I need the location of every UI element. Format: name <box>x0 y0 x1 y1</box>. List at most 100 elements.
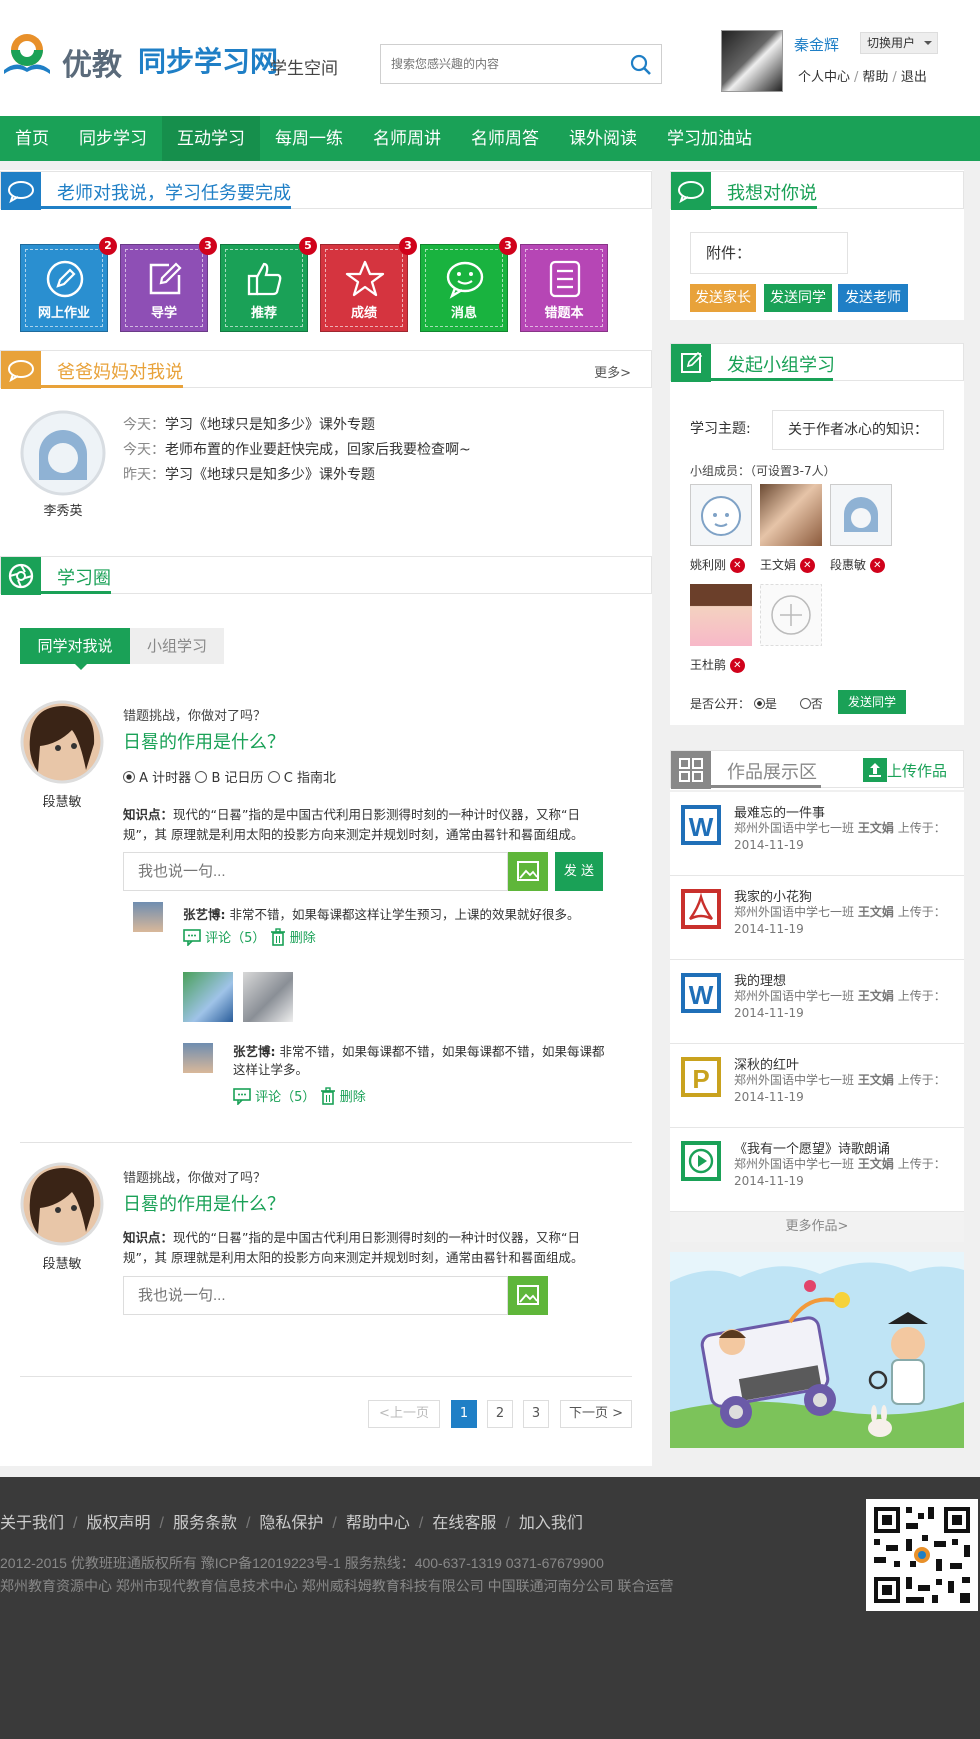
post-question[interactable]: 日晷的作用是什么？ <box>123 1190 285 1216</box>
parent-message[interactable]: 昨天：学习《地球只是知多少》课外专题 <box>123 463 471 488</box>
footer-link-help[interactable]: 帮助中心 <box>346 1515 410 1532</box>
commenter-avatar[interactable] <box>183 1043 213 1073</box>
user-avatar[interactable] <box>721 30 783 92</box>
say-section-title: 我想对你说 <box>727 183 817 203</box>
remove-icon[interactable]: ✕ <box>729 658 745 673</box>
comment-photo[interactable] <box>243 972 293 1022</box>
radio-no[interactable]: 否 <box>799 697 823 711</box>
help-link[interactable]: 帮助 <box>862 70 888 85</box>
comment-input[interactable] <box>124 853 494 890</box>
work-item[interactable]: P 深秋的红叶 郑州外国语中学七一班 王文娟 上传于： 2014-11-19 <box>670 1044 964 1128</box>
logo-icon <box>4 34 50 74</box>
footer-copyright: 2012-2015 优教班班通版权所有 豫ICP备12019223号-1 服务热… <box>0 1555 604 1571</box>
user-name-link[interactable]: 秦金辉 <box>794 34 839 55</box>
image-upload-button[interactable] <box>508 1276 548 1315</box>
tile-online-homework[interactable]: 网上作业 2 <box>20 237 117 332</box>
work-item[interactable]: 《我有一个愿望》诗歌朗诵 郑州外国语中学七一班 王文娟 上传于： 2014-11-… <box>670 1128 964 1212</box>
group-send-button[interactable]: 发送同学 <box>838 690 906 714</box>
commenter-avatar[interactable] <box>133 902 163 932</box>
next-page-button[interactable]: 下一页 > <box>560 1400 632 1428</box>
radio-option-a[interactable]: A 计时器 <box>123 771 191 786</box>
add-member-icon[interactable] <box>760 584 822 646</box>
parent-message[interactable]: 今天：学习《地球只是知多少》课外专题 <box>123 413 471 438</box>
work-item[interactable]: W 最难忘的一件事 郑州外国语中学七一班 王文娟 上传于： 2014-11-19 <box>670 792 964 876</box>
nav-home[interactable]: 首页 <box>0 116 64 161</box>
nav-teacher-lecture[interactable]: 名师周讲 <box>358 116 456 161</box>
tab-classmates[interactable]: 同学对我说 <box>20 628 130 664</box>
page-3-button[interactable]: 3 <box>523 1400 549 1428</box>
upload-work-button[interactable]: 上传作品 <box>863 758 947 782</box>
radio-yes[interactable]: 是 <box>753 697 777 711</box>
tab-group-study[interactable]: 小组学习 <box>130 628 224 664</box>
search-input[interactable] <box>381 45 621 83</box>
page-2-button[interactable]: 2 <box>487 1400 513 1428</box>
tile-guided-learning[interactable]: 导学 3 <box>120 237 217 332</box>
user-links: 个人中心 / 帮助 / 退出 <box>798 70 927 85</box>
work-item[interactable]: 我家的小花狗 郑州外国语中学七一班 王文娟 上传于： 2014-11-19 <box>670 876 964 960</box>
remove-icon[interactable]: ✕ <box>729 558 745 573</box>
nav-learning-station[interactable]: 学习加油站 <box>652 116 767 161</box>
search-box <box>380 44 662 84</box>
delete-link[interactable]: 删除 <box>270 928 316 946</box>
tile-mistake-book[interactable]: 错题本 <box>520 244 608 332</box>
radio-option-b[interactable]: B 记日历 <box>195 771 264 786</box>
footer-link-copyright[interactable]: 版权声明 <box>86 1515 150 1532</box>
search-icon[interactable] <box>629 53 653 77</box>
attachment-field[interactable]: 附件： <box>690 232 848 274</box>
page-1-button[interactable]: 1 <box>451 1400 477 1428</box>
footer-link-privacy[interactable]: 隐私保护 <box>259 1515 323 1532</box>
send-classmate-button[interactable]: 发送同学 <box>764 284 832 312</box>
post-question[interactable]: 日晷的作用是什么？ <box>123 728 285 754</box>
logout-link[interactable]: 退出 <box>901 70 927 85</box>
footer-link-terms[interactable]: 服务条款 <box>173 1515 237 1532</box>
reply-link[interactable]: 评论（5） <box>183 929 265 947</box>
post-intro: 错题挑战，你做对了吗？ <box>123 709 267 724</box>
remove-icon[interactable]: ✕ <box>799 558 815 573</box>
nav-weekly-practice[interactable]: 每周一练 <box>260 116 358 161</box>
send-teacher-button[interactable]: 发送老师 <box>838 284 908 312</box>
edit-square-icon <box>149 262 182 295</box>
image-upload-button[interactable] <box>508 852 548 891</box>
member-avatar[interactable] <box>690 484 752 546</box>
personal-center-link[interactable]: 个人中心 <box>798 70 850 85</box>
comment-input[interactable] <box>124 1277 494 1314</box>
members-label: 小组成员：（可设置3-7人） <box>690 464 836 478</box>
work-item[interactable]: W 我的理想 郑州外国语中学七一班 王文娟 上传于： 2014-11-19 <box>670 960 964 1044</box>
footer-link-service[interactable]: 在线客服 <box>432 1515 496 1532</box>
switch-user-dropdown[interactable]: 切换用户 <box>860 32 938 54</box>
member-avatar[interactable] <box>830 484 892 546</box>
tile-grades[interactable]: 成绩 3 <box>320 237 417 332</box>
count-badge: 5 <box>299 237 317 255</box>
footer-link-join[interactable]: 加入我们 <box>519 1515 583 1532</box>
count-badge: 2 <box>99 237 117 255</box>
tile-messages[interactable]: 消息 3 <box>420 237 517 332</box>
member-avatar[interactable] <box>760 484 822 546</box>
comment-photo[interactable] <box>183 972 233 1022</box>
comment-actions: 评论（5） 删除 <box>183 927 316 947</box>
topic-input[interactable]: 关于作者冰心的知识： <box>772 410 944 450</box>
footer-link-about[interactable]: 关于我们 <box>0 1515 64 1532</box>
nav-interactive-learning[interactable]: 互动学习 <box>162 116 260 161</box>
post-author-avatar[interactable] <box>20 700 104 784</box>
tile-recommend[interactable]: 推荐 5 <box>220 237 317 332</box>
nav-sync-learning[interactable]: 同步学习 <box>64 116 162 161</box>
knowledge-text: 知识点：现代的“日晷”指的是中国古代利用日影测得时刻的一种计时仪器，又称“日规”… <box>123 807 584 842</box>
nav-extra-reading[interactable]: 课外阅读 <box>554 116 652 161</box>
radio-option-c[interactable]: C 指南北 <box>267 771 336 786</box>
send-parent-button[interactable]: 发送家长 <box>690 284 756 312</box>
chat-bubble-icon <box>1 351 41 389</box>
more-works-link[interactable]: 更多作品> <box>670 1212 964 1242</box>
reply-link[interactable]: 评论（5） <box>233 1088 315 1106</box>
parent-message[interactable]: 今天：老师布置的作业要赶快完成，回家后我要检查啊~ <box>123 438 471 463</box>
site-footer: 关于我们 / 版权声明 / 服务条款 / 隐私保护 / 帮助中心 / 在线客服 / 加入我们 2012-… <box>0 1477 980 1739</box>
word-doc-icon: W <box>681 973 721 1013</box>
delete-link[interactable]: 删除 <box>320 1087 366 1105</box>
post-author-avatar[interactable] <box>20 1162 104 1246</box>
member-avatar[interactable] <box>690 584 752 646</box>
kids-science-banner[interactable] <box>670 1252 964 1448</box>
remove-icon[interactable]: ✕ <box>869 558 885 573</box>
more-link[interactable]: 更多> <box>594 362 631 381</box>
prev-page-button[interactable]: <上一页 <box>368 1400 440 1428</box>
send-button[interactable]: 发 送 <box>555 852 603 891</box>
nav-teacher-answers[interactable]: 名师周答 <box>456 116 554 161</box>
